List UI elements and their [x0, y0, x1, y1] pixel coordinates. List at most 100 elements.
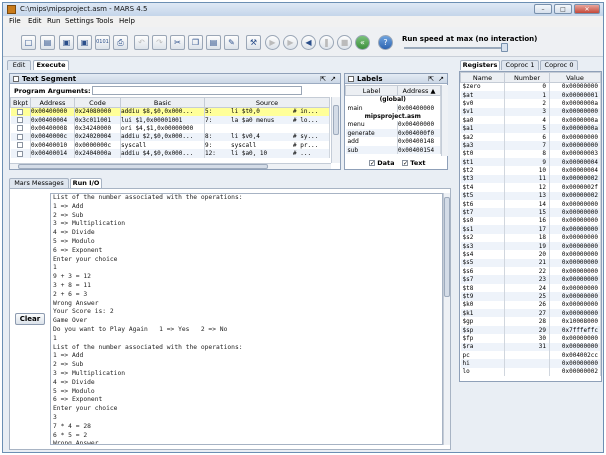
- register-row[interactable]: $v1 3 0x00000000: [460, 107, 601, 117]
- register-row[interactable]: $a1 5 0x0000000a: [460, 124, 601, 133]
- register-row[interactable]: lo 0x00000002: [460, 367, 601, 377]
- register-row[interactable]: $s1 17 0x00000000: [460, 225, 601, 234]
- register-row[interactable]: $t7 15 0x00000000: [460, 208, 601, 217]
- breakpoint-checkbox[interactable]: [17, 150, 24, 157]
- table-row[interactable]: 0x00400000 0x24080000 addiu $8,$0,0x000...…: [10, 107, 330, 116]
- run-icon[interactable]: ▶: [265, 35, 280, 50]
- data-checkbox-row[interactable]: ✓ Data: [369, 159, 395, 167]
- register-row[interactable]: $s3 19 0x00000000: [460, 241, 601, 251]
- tab-mars-messages[interactable]: Mars Messages: [9, 178, 69, 188]
- breakpoint-checkbox[interactable]: [17, 117, 24, 124]
- tab-run-io[interactable]: Run I/O: [70, 178, 102, 188]
- bkpt-cell[interactable]: [10, 141, 31, 150]
- register-row[interactable]: $a0 4 0x0000000a: [460, 116, 601, 125]
- restore-icon[interactable]: ⇱: [428, 74, 434, 84]
- data-checkbox[interactable]: ✓: [369, 160, 375, 167]
- bkpt-cell[interactable]: [10, 132, 31, 142]
- breakpoint-checkbox[interactable]: [17, 142, 24, 149]
- label-group-row[interactable]: (global): [345, 95, 441, 104]
- label-row[interactable]: generate 0x004000f0: [345, 129, 441, 138]
- col-reg-value[interactable]: Value: [549, 72, 601, 83]
- table-row[interactable]: 0x00400014 0x2404000a addiu $4,$0,0x000...…: [10, 149, 330, 158]
- col-code[interactable]: Code: [74, 97, 121, 108]
- register-row[interactable]: $ra 31 0x00000000: [460, 342, 601, 351]
- menu-file[interactable]: File: [9, 17, 21, 25]
- breakpoint-checkbox[interactable]: [17, 125, 24, 132]
- col-basic[interactable]: Basic: [120, 97, 205, 108]
- speed-slider-knob[interactable]: [501, 43, 508, 52]
- redo-icon[interactable]: ↷: [152, 35, 167, 50]
- menu-run[interactable]: Run: [47, 17, 60, 25]
- tab-registers[interactable]: Registers: [460, 60, 500, 70]
- assemble-icon[interactable]: ⚒: [246, 35, 261, 50]
- new-file-icon[interactable]: □: [21, 35, 36, 50]
- menu-tools[interactable]: Tools: [96, 17, 113, 25]
- bkpt-cell[interactable]: [10, 107, 31, 116]
- register-row[interactable]: $t5 13 0x00000002: [460, 191, 601, 200]
- col-source[interactable]: Source: [204, 97, 330, 108]
- register-row[interactable]: $k1 27 0x00000000: [460, 309, 601, 318]
- register-row[interactable]: $s4 20 0x00000000: [460, 250, 601, 259]
- print-icon[interactable]: ⎙: [113, 35, 128, 50]
- register-row[interactable]: $t8 24 0x00000000: [460, 283, 601, 293]
- col-bkpt[interactable]: Bkpt: [10, 97, 31, 108]
- close-button[interactable]: ✕: [574, 4, 600, 14]
- backstep-icon[interactable]: ◀: [301, 35, 316, 50]
- text-checkbox[interactable]: ✓: [402, 160, 408, 167]
- clear-button[interactable]: Clear: [15, 313, 45, 325]
- menu-edit[interactable]: Edit: [28, 17, 42, 25]
- register-row[interactable]: $t3 11 0x00000002: [460, 174, 601, 184]
- col-address[interactable]: Address: [30, 97, 75, 108]
- register-row[interactable]: $s2 18 0x00000000: [460, 233, 601, 242]
- col-reg-name[interactable]: Name: [460, 72, 505, 83]
- pause-icon[interactable]: ❚: [319, 35, 334, 50]
- register-row[interactable]: pc 0x004002cc: [460, 351, 601, 360]
- bkpt-cell[interactable]: [10, 115, 31, 125]
- breakpoint-checkbox[interactable]: [17, 133, 24, 140]
- register-row[interactable]: $t6 14 0x00000000: [460, 199, 601, 209]
- tab-coproc0[interactable]: Coproc 0: [540, 60, 578, 70]
- save-as-icon[interactable]: ▣: [77, 35, 92, 50]
- register-row[interactable]: $fp 30 0x00000000: [460, 334, 601, 343]
- save-icon[interactable]: ▣: [59, 35, 74, 50]
- label-row[interactable]: add 0x00400148: [345, 137, 441, 146]
- register-row[interactable]: $s5 21 0x00000000: [460, 258, 601, 268]
- table-row[interactable]: 0x0040000c 0x24020004 addiu $2,$0,0x000...…: [10, 132, 330, 142]
- label-row[interactable]: menu 0x00400000: [345, 120, 441, 130]
- help-icon[interactable]: ?: [378, 35, 393, 50]
- register-row[interactable]: $k0 26 0x00000000: [460, 300, 601, 310]
- register-row[interactable]: $zero 0 0x00000000: [460, 82, 601, 91]
- register-row[interactable]: $sp 29 0x7fffeffc: [460, 325, 601, 335]
- dump-memory-icon[interactable]: 0101: [95, 35, 110, 50]
- undo-icon[interactable]: ↶: [134, 35, 149, 50]
- table-row[interactable]: 0x00400008 0x34240000 ori $4,$1,0x00000000: [10, 124, 330, 133]
- cut-icon[interactable]: ✂: [170, 35, 185, 50]
- label-row[interactable]: main 0x00400000: [345, 103, 441, 113]
- stop-icon[interactable]: ■: [337, 35, 352, 50]
- register-row[interactable]: $at 1 0x00000001: [460, 90, 601, 100]
- run-io-console[interactable]: List of the number associated with the o…: [50, 193, 443, 445]
- labels-vscroll[interactable]: [441, 85, 448, 156]
- speed-slider-track[interactable]: [404, 47, 508, 49]
- col-label[interactable]: Label: [345, 85, 398, 96]
- text-checkbox-row[interactable]: ✓ Text: [402, 159, 426, 167]
- register-row[interactable]: $s7 23 0x00000000: [460, 275, 601, 284]
- register-row[interactable]: hi 0x00000000: [460, 359, 601, 368]
- register-row[interactable]: $t9 25 0x00000000: [460, 292, 601, 301]
- step-icon[interactable]: ▶: [283, 35, 298, 50]
- console-vscroll[interactable]: [443, 193, 450, 445]
- label-row[interactable]: sub 0x00400154: [345, 145, 441, 155]
- reset-icon[interactable]: «: [355, 35, 370, 50]
- register-row[interactable]: $t0 8 0x00000003: [460, 149, 601, 159]
- program-arguments-input[interactable]: [92, 86, 302, 95]
- tab-coproc1[interactable]: Coproc 1: [501, 60, 539, 70]
- text-segment-hscroll[interactable]: [10, 163, 331, 169]
- paste-icon[interactable]: ▤: [206, 35, 221, 50]
- register-row[interactable]: $t1 9 0x00000004: [460, 158, 601, 167]
- register-row[interactable]: $s6 22 0x00000000: [460, 267, 601, 276]
- register-row[interactable]: $t4 12 0x0000002f: [460, 183, 601, 192]
- breakpoint-checkbox[interactable]: [17, 108, 24, 115]
- find-replace-icon[interactable]: ✎: [224, 35, 239, 50]
- bkpt-cell[interactable]: [10, 149, 31, 158]
- bkpt-cell[interactable]: [10, 124, 31, 133]
